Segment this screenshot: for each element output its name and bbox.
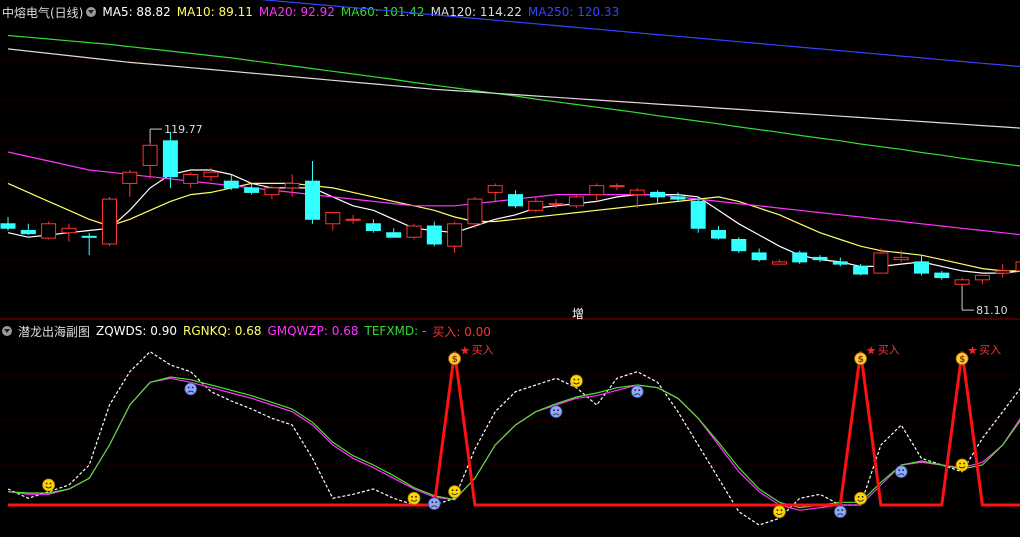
candle-up [447,223,463,247]
candle-down [792,252,808,263]
candle-up [548,203,564,206]
candle-up [41,223,57,239]
candle-up [974,274,990,281]
candle-up [325,212,341,225]
kline-chart[interactable]: 119.7781.10增 $★ 买入$★ 买入$★ 买入 [0,0,1020,537]
candle-up [893,256,909,261]
star-icon: ★ [866,344,877,358]
candle-up [873,252,889,274]
candle-down [812,256,828,261]
candle-up [629,189,645,196]
dollar-glyph: $ [452,355,458,365]
sub-line-zqwds [7,350,1020,526]
candle-down [20,230,36,235]
sad-face-icon [833,505,847,519]
low-price-label: 81.10 [976,304,1008,317]
candle-down [0,223,16,229]
sub-indicator-chart: $★ 买入$★ 买入$★ 买入 [7,344,1020,526]
dollar-glyph: $ [858,355,864,365]
sad-face-icon [894,465,908,479]
candle-up [406,225,422,238]
candle-down [731,238,747,252]
candle-up [183,173,199,184]
sad-face-icon [630,385,644,399]
buy-marker: $★ 买入 [854,344,900,365]
candle-down [244,187,260,193]
candle-up [771,261,787,265]
candle-down [934,272,950,279]
happy-face-icon [42,478,55,492]
happy-face-icon [854,491,867,505]
ma-line-ma5 [7,169,1020,274]
candle-down [162,140,178,178]
candle-down [386,232,402,238]
buy-label: 买入 [472,344,494,357]
dollar-glyph: $ [959,355,965,365]
star-icon: ★ [967,344,978,358]
center-marker: 增 [572,307,584,321]
candle-up [487,185,503,193]
candle-down [81,235,97,238]
candle-up [954,279,970,285]
candle-down [711,230,726,239]
candle-down [305,180,320,220]
happy-face-icon [570,374,583,388]
ma-line-ma60 [7,34,1020,167]
buy-label: 买入 [878,344,900,357]
candle-up [61,227,77,234]
candle-up [609,185,625,188]
buy-label: 买入 [979,344,1001,357]
sad-face-icon [184,382,198,396]
sad-face-icon [427,497,441,511]
sad-face-icon [549,405,563,419]
candle-down [508,194,523,207]
candle-down [914,261,929,274]
candle-up [528,200,544,211]
candle-up [203,171,219,178]
candle-up [142,144,158,166]
candle-down [223,180,239,189]
candle-down [365,223,381,232]
high-price-label: 119.77 [164,123,203,136]
annotations: 119.77 81.10 增 [149,123,1008,321]
buy-marker: $★ 买入 [955,344,1001,365]
candle-up [1015,261,1020,272]
candle-up [345,218,361,221]
candle-up [568,196,584,207]
star-icon: ★ [460,344,471,358]
candle-down [832,261,848,265]
ma-lines [7,0,1020,274]
candle-up [589,185,605,196]
candle-up [995,270,1011,274]
candle-down [650,191,666,198]
candle-down [751,252,767,261]
candle-up [102,198,117,245]
buy-marker: $★ 买入 [448,344,494,365]
candle-down [853,265,869,275]
candle-down [690,200,706,229]
candle-up [284,182,300,189]
ma-line-ma120 [7,48,1020,129]
happy-face-icon [407,491,421,505]
ma-line-ma250 [259,0,1020,68]
candle-up [122,171,138,184]
candle-up [467,198,483,225]
candle-down [670,196,686,200]
happy-face-icon [773,505,786,519]
candle-down [426,225,442,245]
candle-up [264,187,280,196]
ma-line-ma20 [7,151,1020,236]
happy-face-icon [955,458,969,472]
happy-face-icon [448,485,462,499]
sub-line-tefxmd [7,376,1020,509]
